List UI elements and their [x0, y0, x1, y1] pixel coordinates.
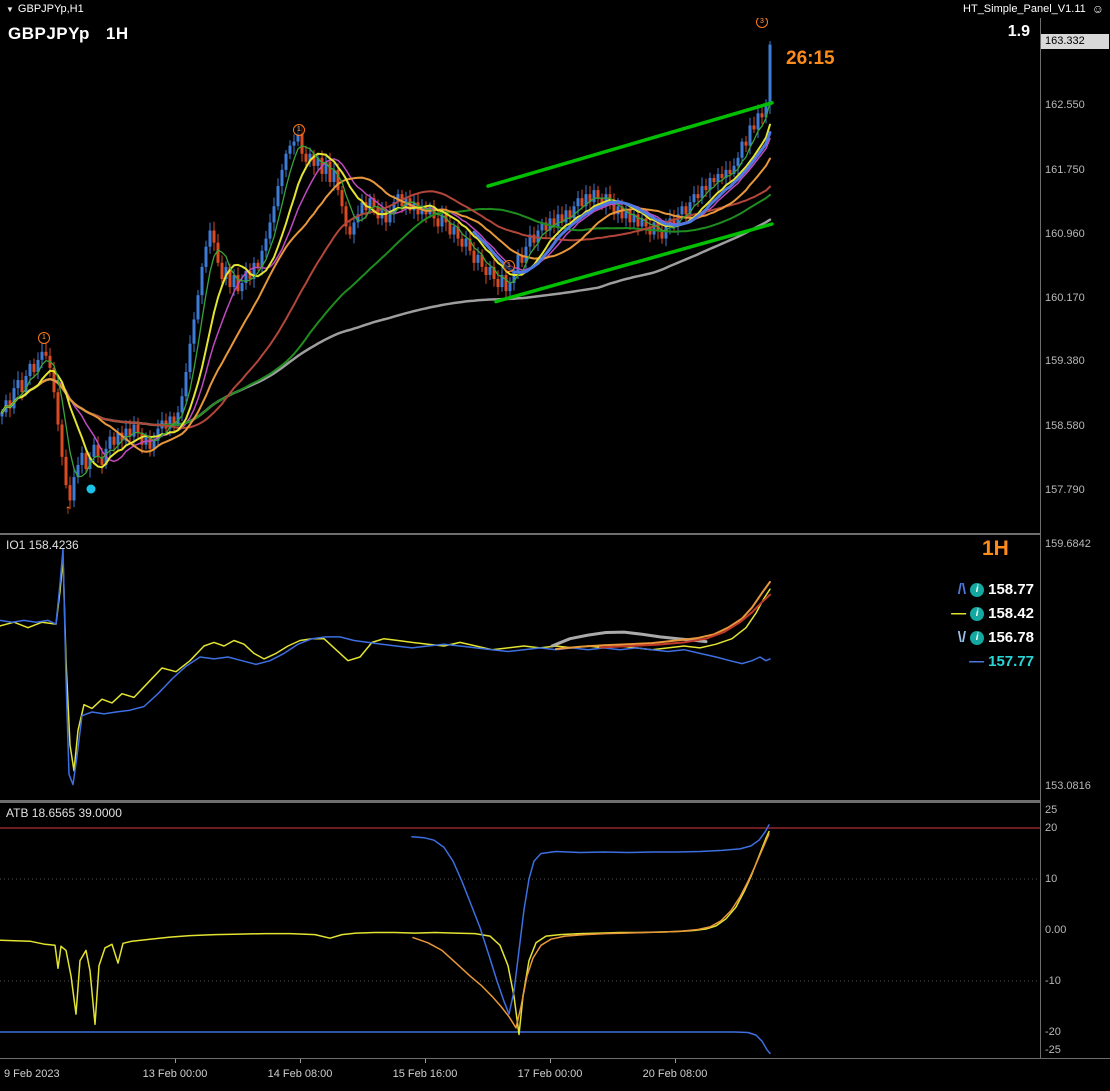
time-axis-label: 13 Feb 00:00	[142, 1068, 208, 1080]
mt4-chart-window: ▼ GBPJPYp,H1 HT_Simple_Panel_V1.11 ☺ 1 1 1…	[0, 0, 1110, 1091]
axis-label: 0.00	[1045, 924, 1067, 936]
symbol-text: GBPJPYp	[8, 24, 90, 43]
axis-label: 25	[1045, 804, 1058, 816]
time-axis-label: 15 Feb 16:00	[392, 1068, 458, 1080]
atb-label: ATB 18.6565 39.0000	[6, 806, 122, 820]
axis-label: 159.380	[1045, 355, 1085, 368]
chart-symbol-label: GBPJPYp 1H	[8, 24, 129, 44]
info-icon[interactable]: i	[970, 630, 985, 645]
legend-value: 158.42	[988, 605, 1034, 622]
axis-label: -20	[1045, 1026, 1061, 1038]
time-axis-label: 14 Feb 08:00	[267, 1068, 333, 1080]
legend-value: 157.77	[988, 653, 1034, 670]
time-axis-label: 17 Feb 00:00	[517, 1068, 583, 1080]
panel-title-area: HT_Simple_Panel_V1.11 ☺	[963, 2, 1104, 16]
time-axis-tick	[175, 1059, 176, 1063]
io1-indicator-panel[interactable]: IO1 158.4236 1H /\ i 158.77— i 158.42 \/i 156.…	[0, 535, 1040, 800]
axis-label: -25	[1045, 1044, 1061, 1056]
panel-divider[interactable]	[0, 800, 1110, 803]
circle-marker: 1	[503, 260, 515, 272]
time-axis-tick	[300, 1059, 301, 1063]
axis-label: 20	[1045, 822, 1058, 834]
info-icon[interactable]: i	[970, 606, 985, 621]
info-icon[interactable]: i	[970, 582, 985, 597]
time-axis-tick	[550, 1059, 551, 1063]
io1-timeframe-badge: 1H	[982, 537, 1009, 560]
atb-indicator-panel[interactable]: ATB 18.6565 39.0000	[0, 803, 1040, 1058]
legend-row: \/i 156.78	[958, 627, 1034, 648]
smiley-icon[interactable]: ☺	[1092, 2, 1104, 16]
axis-separator-line	[1040, 18, 1041, 1058]
axis-label: 160.960	[1045, 227, 1085, 240]
candle-countdown: 26:15	[786, 48, 835, 69]
timeframe-text: 1H	[105, 24, 129, 43]
axis-label: 162.550	[1045, 99, 1085, 112]
axis-label: 161.750	[1045, 163, 1085, 176]
axis-label: 159.6842	[1045, 538, 1091, 550]
axis-label: 157.790	[1045, 484, 1085, 496]
time-axis[interactable]: 9 Feb 2023 13 Feb 00:00 14 Feb 08:00 15 Feb…	[0, 1059, 1110, 1091]
axis-label: 160.170	[1045, 291, 1085, 304]
io1-lines-chart	[0, 548, 771, 786]
legend-line-symbol: —	[969, 653, 985, 670]
legend-line-symbol: \/	[957, 629, 967, 646]
time-axis-tick	[675, 1059, 676, 1063]
axis-label: 158.580	[1045, 420, 1085, 433]
legend-row: — i 158.42	[951, 603, 1034, 624]
io1-label: IO1 158.4236	[6, 538, 79, 552]
panel-divider[interactable]	[0, 533, 1110, 535]
panel-title: HT_Simple_Panel_V1.11	[963, 3, 1086, 15]
legend-row: —157.77	[969, 651, 1034, 672]
legend-value: 156.78	[988, 629, 1034, 646]
arrow-up-marker: ↑	[64, 501, 72, 517]
legend-line-symbol: /\	[957, 581, 967, 598]
axis-label: 10	[1045, 873, 1058, 885]
main-chart-panel[interactable]: 1 1 1 3 ↑ GBPJPYp 1H 1.9 26:15	[0, 16, 1040, 533]
current-price-tag: 163.332	[1041, 34, 1109, 49]
time-axis-label: 20 Feb 08:00	[642, 1068, 708, 1080]
legend-line-symbol: —	[951, 605, 967, 622]
time-axis-label: 9 Feb 2023	[4, 1068, 60, 1080]
chart-title-bar: ▼ GBPJPYp,H1 HT_Simple_Panel_V1.11 ☺	[0, 0, 1110, 18]
legend-row: /\ i 158.77	[958, 579, 1034, 600]
legend-value: 158.77	[988, 581, 1034, 598]
atb-lines-chart	[0, 824, 1040, 1055]
circle-marker: 1	[38, 332, 50, 344]
price-axis[interactable]: 162.550 161.750 160.960 160.170 159.380 158.5…	[1040, 0, 1110, 1058]
symbol-period-label: GBPJPYp,H1	[17, 3, 84, 15]
axis-label: -10	[1045, 975, 1061, 987]
symbol-dropdown[interactable]: ▼ GBPJPYp,H1	[6, 3, 84, 15]
dot-marker	[86, 484, 96, 494]
axis-label: 153.0816	[1045, 780, 1091, 792]
circle-marker: 1	[293, 124, 305, 136]
spread-value: 1.9	[1007, 23, 1030, 40]
dropdown-arrow-icon: ▼	[6, 4, 14, 14]
candlestick-chart	[0, 41, 774, 510]
time-axis-tick	[425, 1059, 426, 1063]
io1-legend: /\ i 158.77— i 158.42 \/i 156.78—157.77	[951, 579, 1034, 672]
